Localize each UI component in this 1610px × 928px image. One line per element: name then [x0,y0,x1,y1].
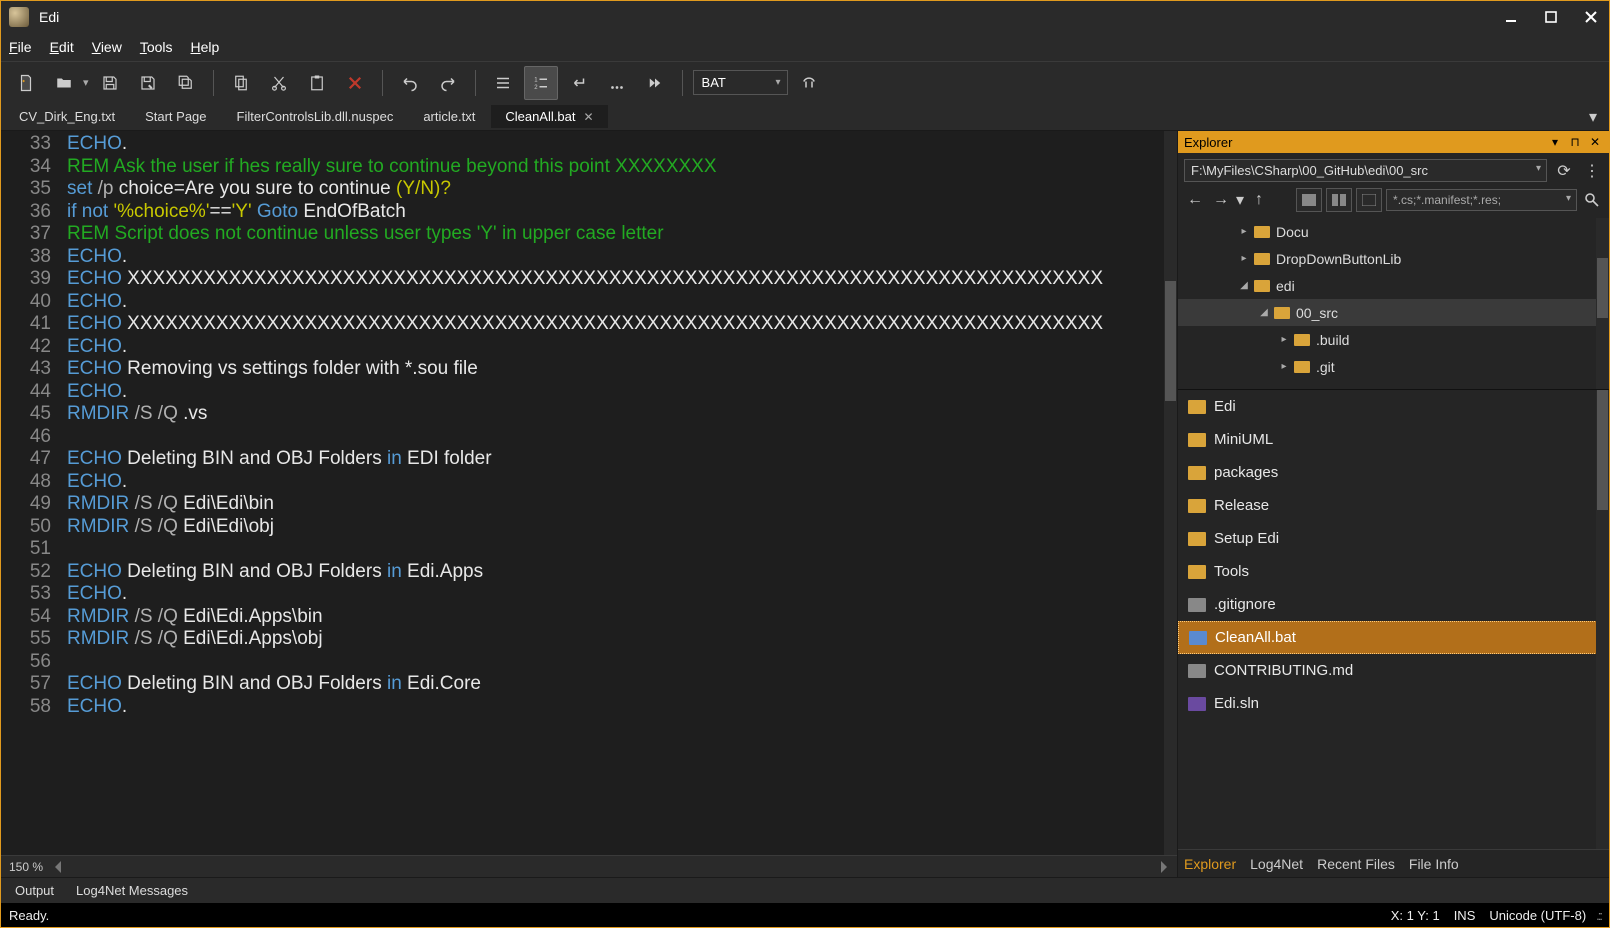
new-file-button[interactable] [9,66,43,100]
svg-text:1: 1 [534,77,538,83]
file-item[interactable]: MiniUML [1178,423,1609,456]
tab-cleanall-bat[interactable]: CleanAll.bat✕ [491,105,607,128]
file-item[interactable]: Setup Edi [1178,522,1609,555]
endline-button[interactable] [562,66,596,100]
menu-file[interactable]: File [9,39,32,55]
wordwrap-button[interactable] [486,66,520,100]
panel-close[interactable]: ✕ [1587,135,1603,149]
tab-filtercontrolslib-dll-nuspec[interactable]: FilterControlsLib.dll.nuspec [223,105,408,128]
editor-pane: 3334353637383940414243444546474849505152… [1,131,1177,877]
minimize-button[interactable] [1501,7,1521,27]
save-all-button[interactable] [169,66,203,100]
paste-button[interactable] [300,66,334,100]
output-tab-output[interactable]: Output [5,880,64,901]
app-title: Edi [39,9,1501,25]
tree-item[interactable]: ▸.build [1178,326,1609,353]
path-more[interactable]: ⋮ [1581,160,1603,182]
open-dropdown[interactable]: ▾ [83,76,89,89]
cut-button[interactable] [262,66,296,100]
file-item[interactable]: packages [1178,456,1609,489]
tab-close[interactable]: ✕ [583,110,593,124]
view-mode-1[interactable] [1296,188,1322,212]
tree-item[interactable]: ◢edi [1178,272,1609,299]
view-mode-3[interactable] [1356,188,1382,212]
editor-hscrollbar[interactable] [53,861,1169,873]
view-mode-2[interactable] [1326,188,1352,212]
close-button[interactable] [1581,7,1601,27]
titlebar: Edi [1,1,1609,33]
language-select[interactable]: BAT [693,70,788,95]
explorer-title: Explorer [1184,135,1543,150]
zoom-level[interactable]: 150 % [9,860,43,874]
more-button[interactable] [600,66,634,100]
menu-help[interactable]: Help [191,39,220,55]
folder-tree: ▸Docu▸DropDownButtonLib◢edi◢00_src▸.buil… [1178,218,1609,390]
panel-dropdown[interactable]: ▾ [1547,135,1563,149]
explorer-panel: Explorer ▾ ⊓ ✕ F:\MyFiles\CSharp\00_GitH… [1177,131,1609,877]
line-gutter: 3334353637383940414243444546474849505152… [1,131,63,855]
explorer-tab-recent-files[interactable]: Recent Files [1317,856,1395,872]
line-numbers-button[interactable]: 12 [524,66,558,100]
status-ready: Ready. [9,908,49,923]
svg-text:2: 2 [534,85,538,91]
explorer-tab-explorer[interactable]: Explorer [1184,856,1236,872]
menubar: File Edit View Tools Help [1,33,1609,61]
refresh-button[interactable]: ⟳ [1553,160,1575,182]
tree-item[interactable]: ▸Docu [1178,218,1609,245]
nav-forward[interactable]: → [1210,189,1232,211]
status-position: X: 1 Y: 1 [1391,908,1440,923]
delete-button[interactable] [338,66,372,100]
menu-edit[interactable]: Edit [50,39,74,55]
nav-up[interactable]: ↑ [1248,189,1270,211]
code-area[interactable]: ECHO.REM Ask the user if hes really sure… [63,131,1177,855]
path-input[interactable]: F:\MyFiles\CSharp\00_GitHub\edi\00_src [1184,159,1547,182]
undo-button[interactable] [393,66,427,100]
toolbar: ▾ 12 BAT [1,61,1609,103]
file-item[interactable]: Release [1178,489,1609,522]
statusbar: Ready. X: 1 Y: 1 INS Unicode (UTF-8) .:: [1,903,1609,927]
file-list: EdiMiniUMLpackagesReleaseSetup EdiTools.… [1178,390,1609,849]
app-icon [9,7,29,27]
tab-cv-dirk-eng-txt[interactable]: CV_Dirk_Eng.txt [5,105,129,128]
explorer-tab-file-info[interactable]: File Info [1409,856,1459,872]
document-tabs: CV_Dirk_Eng.txtStart PageFilterControlsL… [1,103,1609,131]
open-button[interactable] [47,66,81,100]
status-ins: INS [1454,908,1476,923]
maximize-button[interactable] [1541,7,1561,27]
file-item[interactable]: Edi.sln [1178,687,1609,720]
tree-item[interactable]: ▸.git [1178,353,1609,380]
redo-button[interactable] [431,66,465,100]
copy-button[interactable] [224,66,258,100]
file-filter[interactable]: *.cs;*.manifest;*.res; [1386,189,1577,211]
highlight-button[interactable] [792,66,826,100]
file-item[interactable]: CleanAll.bat [1178,621,1609,654]
tree-item[interactable]: ▸DropDownButtonLib [1178,245,1609,272]
tree-scrollbar[interactable] [1596,218,1609,389]
resize-grip[interactable]: .:: [1596,908,1601,923]
output-tab-log4net-messages[interactable]: Log4Net Messages [66,880,198,901]
menu-tools[interactable]: Tools [140,39,173,55]
status-encoding: Unicode (UTF-8) [1489,908,1586,923]
tree-item[interactable]: ◢00_src [1178,299,1609,326]
explorer-bottom-tabs: Explorer Log4Net Recent Files File Info [1178,849,1609,877]
save-button[interactable] [93,66,127,100]
menu-view[interactable]: View [92,39,122,55]
editor-vscrollbar[interactable] [1164,131,1177,855]
tab-article-txt[interactable]: article.txt [409,105,489,128]
save-as-button[interactable] [131,66,165,100]
tab-start-page[interactable]: Start Page [131,105,220,128]
explorer-tab-log4net[interactable]: Log4Net [1250,856,1303,872]
search-button[interactable] [1581,189,1603,211]
panel-pin[interactable]: ⊓ [1567,135,1583,149]
file-item[interactable]: .gitignore [1178,588,1609,621]
forward-button[interactable] [638,66,672,100]
filelist-scrollbar[interactable] [1596,390,1609,849]
output-tabs: OutputLog4Net Messages [1,877,1609,903]
file-item[interactable]: Edi [1178,390,1609,423]
file-item[interactable]: CONTRIBUTING.md [1178,654,1609,687]
tabs-overflow[interactable]: ▾ [1581,103,1605,131]
nav-back[interactable]: ← [1184,189,1206,211]
file-item[interactable]: Tools [1178,555,1609,588]
